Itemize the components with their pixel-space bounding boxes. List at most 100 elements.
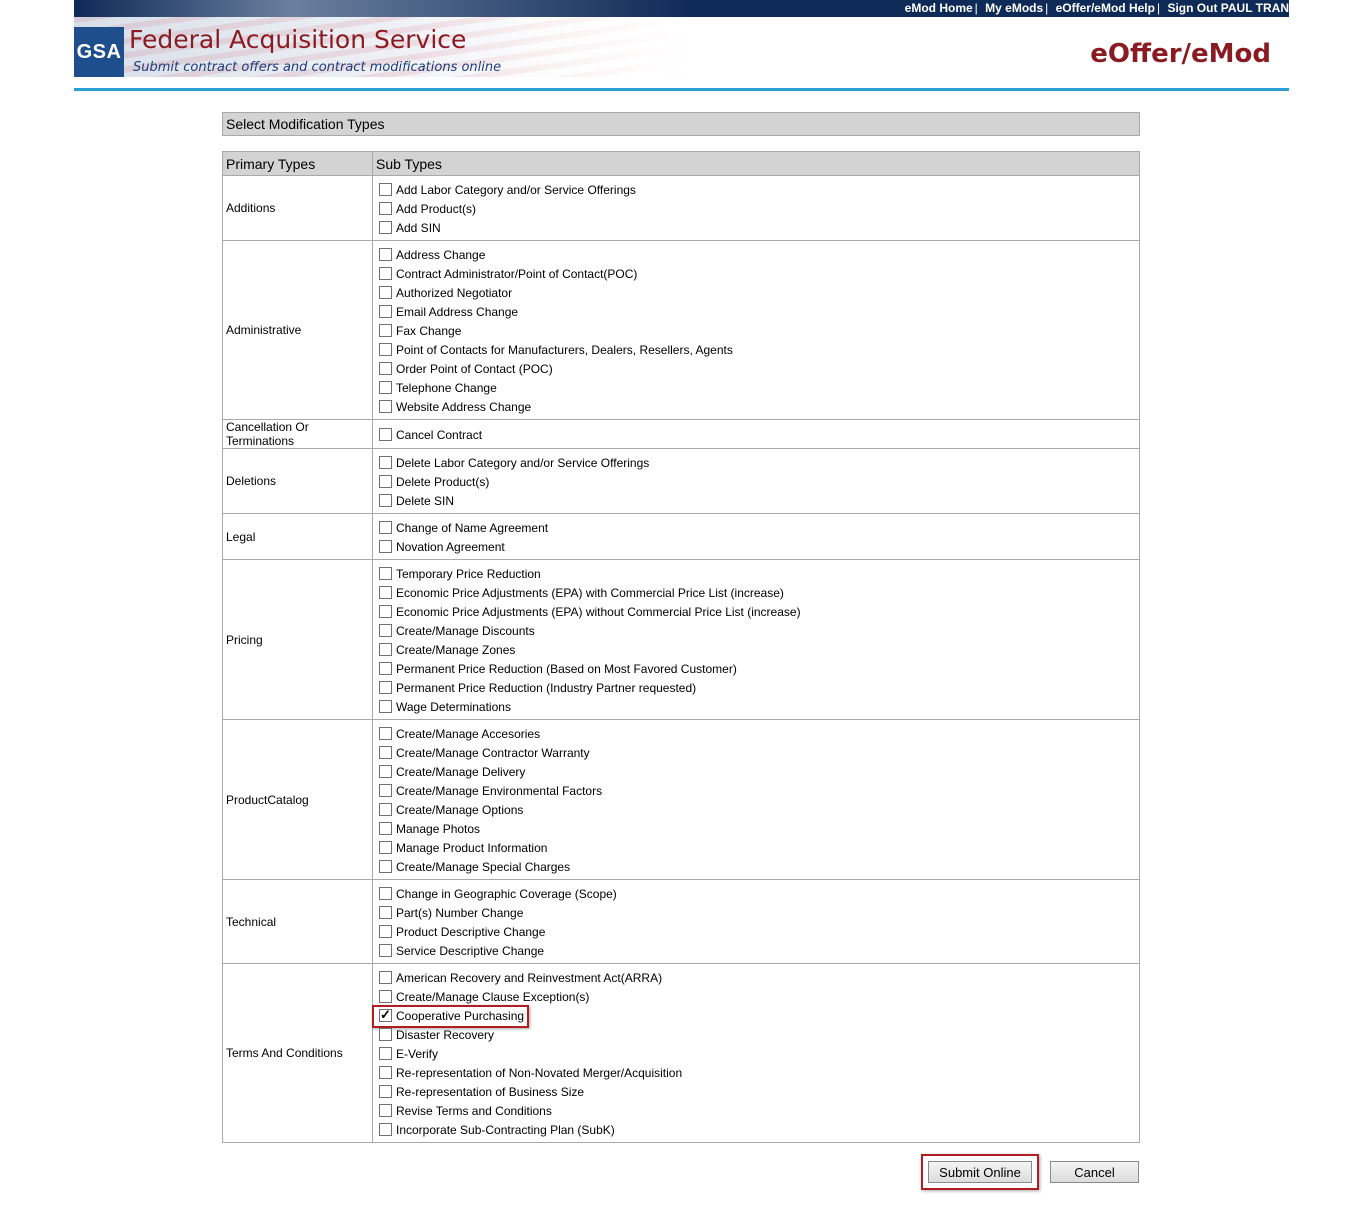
subtype-option[interactable]: Create/Manage Special Charges [379,857,1139,876]
subtype-checkbox[interactable] [379,202,392,215]
subtype-option[interactable]: Novation Agreement [379,537,1139,556]
subtype-option[interactable]: Create/Manage Accesories [379,724,1139,743]
subtype-checkbox[interactable] [379,1104,392,1117]
subtype-checkbox[interactable] [379,428,392,441]
subtype-option[interactable]: Manage Photos [379,819,1139,838]
subtype-option[interactable]: Create/Manage Delivery [379,762,1139,781]
subtype-option[interactable]: Temporary Price Reduction [379,564,1139,583]
subtype-checkbox[interactable] [379,286,392,299]
subtype-option[interactable]: Website Address Change [379,397,1139,416]
subtype-option[interactable]: Part(s) Number Change [379,903,1139,922]
subtype-checkbox[interactable] [379,1047,392,1060]
subtype-checkbox[interactable] [379,567,392,580]
subtype-checkbox[interactable] [379,475,392,488]
subtype-checkbox[interactable] [379,643,392,656]
subtype-option[interactable]: Cancel Contract [379,425,1139,444]
subtype-checkbox[interactable] [379,746,392,759]
subtype-option[interactable]: Add Product(s) [379,199,1139,218]
cancel-button[interactable]: Cancel [1050,1161,1139,1183]
my-emods-link[interactable]: My eMods [985,1,1043,15]
subtype-option[interactable]: Disaster Recovery [379,1025,1139,1044]
subtype-checkbox[interactable] [379,887,392,900]
subtype-option[interactable]: Create/Manage Discounts [379,621,1139,640]
subtype-checkbox[interactable] [379,906,392,919]
subtype-option[interactable]: Change in Geographic Coverage (Scope) [379,884,1139,903]
subtype-option[interactable]: Fax Change [379,321,1139,340]
subtype-option[interactable]: Permanent Price Reduction (Industry Part… [379,678,1139,697]
subtype-checkbox[interactable] [379,1123,392,1136]
subtype-option[interactable]: American Recovery and Reinvestment Act(A… [379,968,1139,987]
subtype-checkbox[interactable] [379,521,392,534]
subtype-checkbox[interactable] [379,765,392,778]
subtype-checkbox[interactable] [379,1066,392,1079]
help-link[interactable]: eOffer/eMod Help [1056,1,1155,15]
subtype-checkbox[interactable] [379,1007,392,1023]
emod-home-link[interactable]: eMod Home [905,1,973,15]
subtype-checkbox[interactable] [379,362,392,375]
subtype-option[interactable]: Re-representation of Non-Novated Merger/… [379,1063,1139,1082]
subtype-option[interactable]: Order Point of Contact (POC) [379,359,1139,378]
subtype-checkbox[interactable] [379,624,392,637]
sign-out-link[interactable]: Sign Out PAUL TRAN [1167,1,1289,15]
subtype-option[interactable]: Service Descriptive Change [379,941,1139,960]
subtype-checkbox[interactable] [379,305,392,318]
subtype-checkbox[interactable] [379,267,392,280]
subtype-checkbox[interactable] [379,343,392,356]
subtype-checkbox[interactable] [379,400,392,413]
submit-online-button[interactable]: Submit Online [928,1161,1032,1183]
subtype-option[interactable]: Address Change [379,245,1139,264]
subtype-option[interactable]: Economic Price Adjustments (EPA) with Co… [379,583,1139,602]
subtype-checkbox[interactable] [379,822,392,835]
subtype-option[interactable]: Contract Administrator/Point of Contact(… [379,264,1139,283]
subtype-checkbox[interactable] [379,183,392,196]
subtype-checkbox[interactable] [379,1028,392,1041]
subtype-option[interactable]: E-Verify [379,1044,1139,1063]
subtype-option[interactable]: Create/Manage Options [379,800,1139,819]
subtype-checkbox[interactable] [379,860,392,873]
subtype-checkbox[interactable] [379,990,392,1003]
subtype-option[interactable]: Authorized Negotiator [379,283,1139,302]
subtype-checkbox[interactable] [379,727,392,740]
subtype-checkbox[interactable] [379,605,392,618]
subtype-checkbox[interactable] [379,248,392,261]
subtype-option[interactable]: Add SIN [379,218,1139,237]
subtype-option[interactable]: Delete SIN [379,491,1139,510]
subtype-checkbox[interactable] [379,681,392,694]
subtype-option[interactable]: Economic Price Adjustments (EPA) without… [379,602,1139,621]
subtype-checkbox[interactable] [379,841,392,854]
subtype-checkbox[interactable] [379,381,392,394]
subtype-checkbox[interactable] [379,662,392,675]
subtype-checkbox[interactable] [379,1085,392,1098]
subtype-checkbox[interactable] [379,456,392,469]
subtype-option[interactable]: Telephone Change [379,378,1139,397]
subtype-option[interactable]: Cooperative Purchasing [372,1005,1139,1028]
subtype-checkbox[interactable] [379,784,392,797]
subtype-option[interactable]: Manage Product Information [379,838,1139,857]
subtype-option[interactable]: Create/Manage Clause Exception(s) [379,987,1139,1006]
subtype-checkbox[interactable] [379,494,392,507]
subtype-option[interactable]: Email Address Change [379,302,1139,321]
subtype-option[interactable]: Re-representation of Business Size [379,1082,1139,1101]
subtype-option[interactable]: Delete Labor Category and/or Service Off… [379,453,1139,472]
subtype-option[interactable]: Incorporate Sub-Contracting Plan (SubK) [379,1120,1139,1139]
subtype-option[interactable]: Revise Terms and Conditions [379,1101,1139,1120]
subtype-option[interactable]: Create/Manage Zones [379,640,1139,659]
subtype-option[interactable]: Product Descriptive Change [379,922,1139,941]
subtype-option[interactable]: Point of Contacts for Manufacturers, Dea… [379,340,1139,359]
subtype-option[interactable]: Wage Determinations [379,697,1139,716]
subtype-option[interactable]: Permanent Price Reduction (Based on Most… [379,659,1139,678]
subtype-checkbox[interactable] [379,586,392,599]
subtype-checkbox[interactable] [379,324,392,337]
subtype-checkbox[interactable] [379,700,392,713]
subtype-checkbox[interactable] [379,540,392,553]
subtype-checkbox[interactable] [379,221,392,234]
subtype-option[interactable]: Create/Manage Environmental Factors [379,781,1139,800]
subtype-option[interactable]: Change of Name Agreement [379,518,1139,537]
subtype-checkbox[interactable] [379,971,392,984]
subtype-checkbox[interactable] [379,925,392,938]
subtype-option[interactable]: Delete Product(s) [379,472,1139,491]
subtype-checkbox[interactable] [379,803,392,816]
subtype-checkbox[interactable] [379,944,392,957]
subtype-option[interactable]: Add Labor Category and/or Service Offeri… [379,180,1139,199]
subtype-option[interactable]: Create/Manage Contractor Warranty [379,743,1139,762]
